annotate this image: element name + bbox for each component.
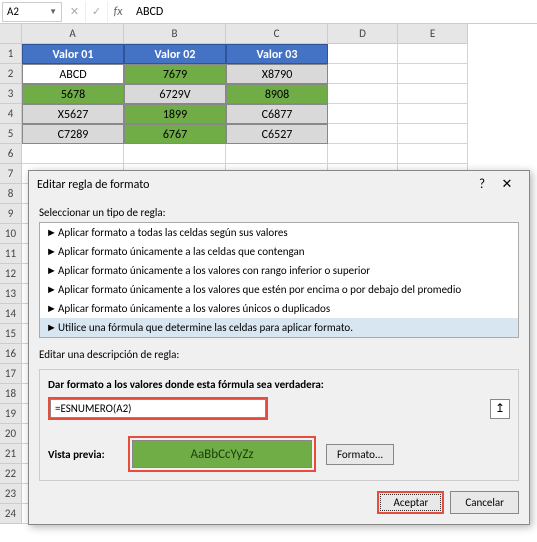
select-all-corner[interactable] [0, 24, 22, 44]
row-header[interactable]: 3 [0, 84, 22, 104]
row-header[interactable]: 16 [0, 344, 22, 364]
rule-type-item[interactable]: ►Aplicar formato a todas las celdas segú… [40, 223, 518, 242]
cell[interactable]: 6729V [124, 84, 226, 104]
formula-prompt-label: Dar formato a los valores donde esta fór… [48, 378, 510, 391]
preview-highlight: AaBbCcYyZz [128, 436, 316, 472]
cell[interactable] [22, 144, 124, 164]
row-header[interactable]: 20 [0, 424, 22, 444]
bullet-icon: ► [46, 321, 58, 334]
cell[interactable]: ABCD [22, 64, 124, 84]
preview-label: Vista previa: [48, 448, 118, 461]
cell[interactable] [124, 144, 226, 164]
cell[interactable]: 5678 [22, 84, 124, 104]
row-header[interactable]: 24 [0, 504, 22, 524]
cell[interactable] [398, 144, 468, 164]
cell[interactable]: 6767 [124, 124, 226, 144]
cell[interactable]: C7289 [22, 124, 124, 144]
row-header[interactable]: 15 [0, 324, 22, 344]
cell[interactable]: C6877 [226, 104, 328, 124]
rule-type-item[interactable]: ►Aplicar formato únicamente a los valore… [40, 299, 518, 318]
row-header[interactable]: 17 [0, 364, 22, 384]
cell[interactable]: X8790 [226, 64, 328, 84]
help-icon[interactable]: ? [471, 177, 493, 192]
name-box[interactable]: A2 ▼ [2, 2, 62, 22]
rule-type-item[interactable]: ►Aplicar formato únicamente a las celdas… [40, 242, 518, 261]
bullet-icon: ► [46, 264, 58, 277]
bullet-icon: ► [46, 245, 58, 258]
row-header[interactable]: 21 [0, 444, 22, 464]
rule-type-item[interactable]: ►Aplicar formato únicamente a los valore… [40, 261, 518, 280]
formula-bar[interactable]: ABCD [128, 5, 163, 19]
format-button[interactable]: Formato... [326, 444, 394, 465]
cell[interactable] [328, 104, 398, 124]
ok-button[interactable]: Aceptar [377, 491, 444, 514]
row-header[interactable]: 6 [0, 144, 22, 164]
cell[interactable]: C6527 [226, 124, 328, 144]
preview-sample: AaBbCcYyZz [132, 440, 312, 468]
col-header[interactable]: C [226, 24, 328, 44]
cancel-formula-icon[interactable]: ✕ [64, 2, 86, 22]
col-header[interactable]: E [398, 24, 468, 44]
row-header[interactable]: 10 [0, 224, 22, 244]
select-rule-type-label: Seleccionar un tipo de regla: [39, 206, 519, 219]
close-icon[interactable]: ✕ [493, 177, 521, 192]
cell[interactable]: 8908 [226, 84, 328, 104]
cell[interactable]: Valor 01 [22, 44, 124, 64]
cell[interactable] [328, 64, 398, 84]
row-header[interactable]: 1 [0, 44, 22, 64]
collapse-ref-icon[interactable]: ↥ [490, 399, 510, 419]
cell[interactable]: Valor 03 [226, 44, 328, 64]
bullet-icon: ► [46, 226, 58, 239]
row-header[interactable]: 23 [0, 484, 22, 504]
cancel-button[interactable]: Cancelar [450, 491, 519, 514]
row-header[interactable]: 19 [0, 404, 22, 424]
chevron-down-icon[interactable]: ▼ [49, 7, 57, 17]
row-header[interactable]: 4 [0, 104, 22, 124]
cell[interactable] [398, 64, 468, 84]
rule-type-list: ►Aplicar formato a todas las celdas segú… [39, 222, 519, 338]
cell[interactable] [398, 104, 468, 124]
rule-type-item[interactable]: ►Utilice una fórmula que determine las c… [40, 318, 518, 337]
col-header[interactable]: D [328, 24, 398, 44]
cell[interactable] [398, 84, 468, 104]
row-header[interactable]: 9 [0, 204, 22, 224]
bullet-icon: ► [46, 283, 58, 296]
row-header[interactable]: 11 [0, 244, 22, 264]
row-header[interactable]: 8 [0, 184, 22, 204]
cell[interactable]: 1899 [124, 104, 226, 124]
cell[interactable]: Valor 02 [124, 44, 226, 64]
row-header[interactable]: 14 [0, 304, 22, 324]
formula-input[interactable] [50, 399, 266, 418]
cell[interactable] [328, 144, 398, 164]
cell[interactable] [226, 144, 328, 164]
row-header[interactable]: 2 [0, 64, 22, 84]
cell-reference: A2 [7, 5, 19, 18]
cell[interactable] [328, 44, 398, 64]
formula-input-wrap [48, 397, 268, 420]
cell[interactable] [328, 124, 398, 144]
dialog-title: Editar regla de formato [37, 178, 471, 192]
row-header[interactable]: 13 [0, 284, 22, 304]
row-header[interactable]: 22 [0, 464, 22, 484]
row-header[interactable]: 7 [0, 164, 22, 184]
row-header[interactable]: 5 [0, 124, 22, 144]
fx-icon[interactable]: fx [108, 5, 128, 19]
row-header[interactable]: 18 [0, 384, 22, 404]
cell[interactable] [398, 124, 468, 144]
row-header[interactable]: 12 [0, 264, 22, 284]
accept-formula-icon[interactable]: ✓ [86, 2, 108, 22]
cell[interactable] [328, 84, 398, 104]
cell[interactable] [398, 44, 468, 64]
edit-description-label: Editar una descripción de regla: [39, 348, 519, 361]
cell[interactable]: 7679 [124, 64, 226, 84]
bullet-icon: ► [46, 302, 58, 315]
col-header[interactable]: B [124, 24, 226, 44]
cell[interactable]: X5627 [22, 104, 124, 124]
edit-rule-dialog: Editar regla de formato ? ✕ Seleccionar … [28, 170, 530, 525]
col-header[interactable]: A [22, 24, 124, 44]
rule-type-item[interactable]: ►Aplicar formato únicamente a los valore… [40, 280, 518, 299]
